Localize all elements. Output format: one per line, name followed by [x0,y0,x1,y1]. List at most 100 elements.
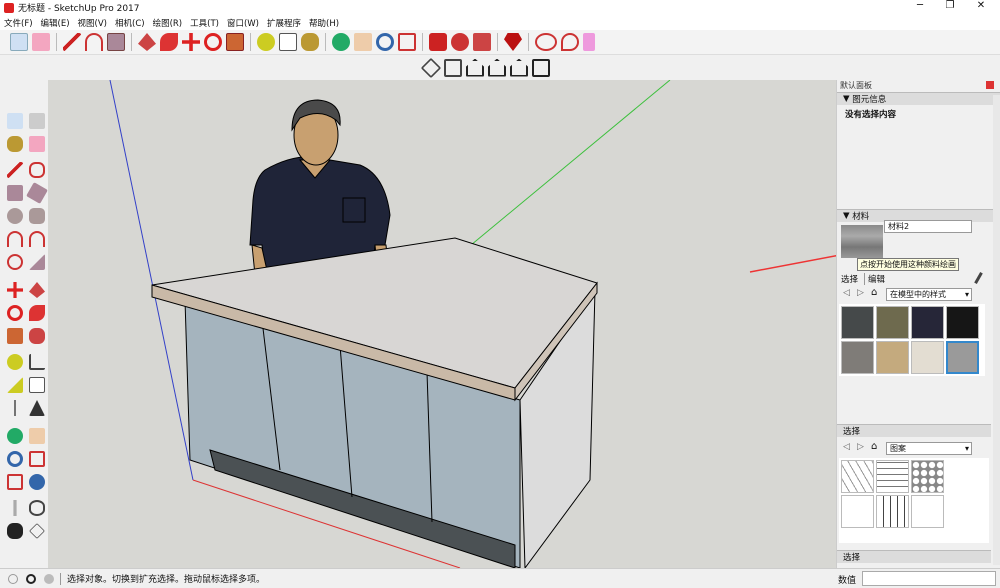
select-tool-icon[interactable] [10,33,28,51]
swatch[interactable] [911,341,944,374]
zoom-icon[interactable] [7,451,23,467]
rotated-rectangle-icon[interactable] [26,182,48,204]
zoom-extents-icon[interactable] [7,474,23,490]
forward-icon[interactable]: ▷ [857,288,864,298]
component-icon[interactable] [29,113,45,129]
credits-icon[interactable] [26,573,36,584]
tray-scrollbar[interactable] [993,95,1000,565]
arc-icon[interactable] [85,33,103,51]
follow-me-icon[interactable] [160,33,178,51]
tab-edit[interactable]: 编辑 [864,273,885,285]
orbit-icon[interactable] [7,428,23,444]
paint-icon[interactable] [7,136,23,152]
walk-icon[interactable] [7,523,23,539]
3d-text-icon[interactable] [29,400,45,416]
menu-view[interactable]: 视图(V) [78,17,107,29]
menu-file[interactable]: 文件(F) [4,17,33,29]
top-view-icon[interactable] [444,58,462,77]
home-icon[interactable]: ⌂ [871,287,877,298]
eyedropper-icon[interactable] [974,272,983,284]
line-icon[interactable] [7,162,23,178]
back-view-icon[interactable] [510,58,528,77]
eraser-icon[interactable] [29,136,45,152]
swatch[interactable] [911,460,944,493]
right-view-icon[interactable] [488,58,506,77]
tape-measure-icon[interactable] [257,33,275,51]
scale-icon[interactable] [7,328,23,344]
tray-close-button[interactable] [986,81,994,89]
zoom-extents-icon[interactable] [398,33,416,51]
minimize-button[interactable]: ─ [905,0,935,11]
text-icon[interactable] [29,377,45,393]
dimension-icon[interactable] [29,354,45,370]
section-plane-icon[interactable] [29,523,45,539]
entity-info-header[interactable]: ▼ 图元信息 [837,92,1000,105]
scale-icon[interactable] [226,33,244,51]
tape-measure-icon[interactable] [7,354,23,370]
pencil-icon[interactable] [63,33,81,51]
measurements-input[interactable] [862,571,996,586]
rectangle-icon[interactable] [107,33,125,51]
warehouse-icon[interactable] [429,33,447,51]
menu-draw[interactable]: 绘图(R) [153,17,183,29]
previous-view-icon[interactable] [29,474,45,490]
pie-icon[interactable] [29,254,45,270]
swatch[interactable] [841,460,874,493]
cloud-icon[interactable] [535,33,557,51]
swatch[interactable] [841,306,874,339]
menu-window[interactable]: 窗口(W) [227,17,259,29]
swatch[interactable] [911,495,944,528]
back-icon[interactable]: ◁ [843,442,850,452]
menu-camera[interactable]: 相机(C) [115,17,145,29]
polygon-icon[interactable] [29,208,45,224]
location-icon[interactable] [561,33,579,51]
tab-select[interactable]: 选择 [841,273,858,285]
look-around-icon[interactable] [29,500,45,516]
swatch[interactable] [911,306,944,339]
freehand-icon[interactable] [29,162,45,178]
close-button[interactable]: ✕ [966,0,996,11]
circle-icon[interactable] [7,208,23,224]
pan-icon[interactable] [29,428,45,444]
forward-icon[interactable]: ▷ [857,442,864,452]
rotate-icon[interactable] [204,33,222,51]
move-icon[interactable] [7,282,23,298]
swatch[interactable] [876,460,909,493]
menu-tools[interactable]: 工具(T) [190,17,219,29]
swatch[interactable] [841,495,874,528]
axes-icon[interactable] [14,400,16,416]
push-pull-icon[interactable] [138,33,156,51]
menu-extensions[interactable]: 扩展程序 [267,17,301,29]
menu-help[interactable]: 帮助(H) [309,17,339,29]
offset-icon[interactable] [29,328,45,344]
material-name-field[interactable]: 材料2 [884,220,972,233]
text-icon[interactable] [279,33,297,51]
protractor-icon[interactable] [7,377,23,393]
ruby-icon[interactable] [504,33,522,51]
push-pull-icon[interactable] [29,282,45,298]
report-icon[interactable] [583,33,595,51]
three-point-arc-icon[interactable] [7,254,23,270]
swatch[interactable] [946,306,979,339]
front-view-icon[interactable] [466,58,484,77]
extension-warehouse-icon[interactable] [451,33,469,51]
swatch-selected[interactable] [946,341,979,374]
swatch[interactable] [876,495,909,528]
orbit-icon[interactable] [332,33,350,51]
swatch[interactable] [876,306,909,339]
drawing-viewport[interactable] [48,80,836,568]
menu-edit[interactable]: 编辑(E) [41,17,70,29]
swatch[interactable] [876,341,909,374]
send-to-layout-icon[interactable] [473,33,491,51]
follow-me-icon[interactable] [29,305,45,321]
move-icon[interactable] [182,33,200,51]
collection-dropdown[interactable]: 在模型中的样式 ▾ [886,288,972,301]
swatch[interactable] [841,341,874,374]
zoom-icon[interactable] [376,33,394,51]
home-icon[interactable]: ⌂ [871,441,877,452]
back-icon[interactable]: ◁ [843,288,850,298]
eraser-icon[interactable] [32,33,50,51]
material-preview[interactable] [841,225,883,258]
pattern-dropdown[interactable]: 图案 ▾ [886,442,972,455]
pan-icon[interactable] [354,33,372,51]
